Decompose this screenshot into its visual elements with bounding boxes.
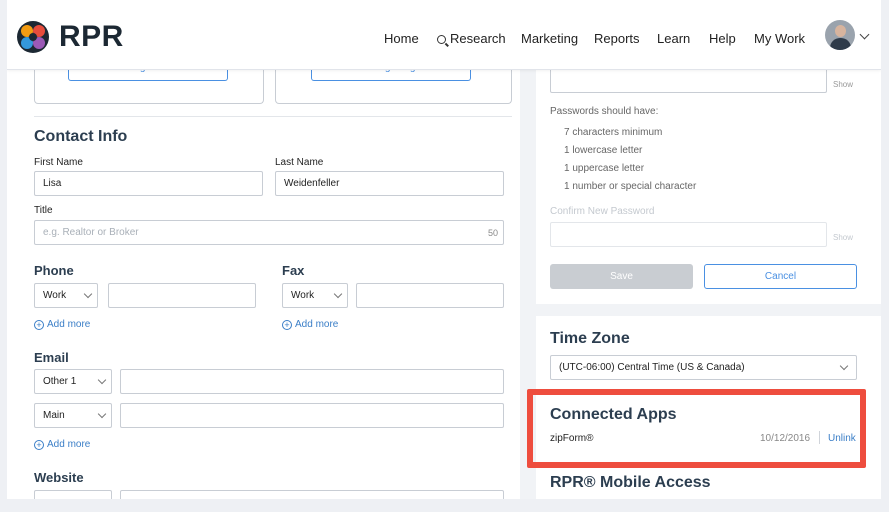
chevron-down-icon [83,289,93,299]
email-add-more-label: Add more [47,439,91,450]
nav-reports[interactable]: Reports [594,31,640,46]
nav-my-work[interactable]: My Work [754,31,805,46]
password-rule: 1 number or special character [564,181,697,192]
website-type-select[interactable] [34,490,112,499]
top-header: RPR Home Research Marketing Reports Lear… [7,0,881,70]
app-window: RPR Home Research Marketing Reports Lear… [7,0,881,499]
cancel-button[interactable]: Cancel [704,264,857,289]
title-label: Title [34,205,53,216]
password-rule: 1 lowercase letter [564,145,643,156]
chevron-down-icon [839,361,849,371]
chevron-down-icon [97,375,107,385]
nav-home[interactable]: Home [384,31,419,46]
nav-research[interactable]: Research [437,31,506,46]
fax-add-more-link[interactable]: + Add more [282,319,338,330]
email-input[interactable] [120,403,504,428]
search-icon [437,35,446,44]
save-button[interactable]: Save [550,264,693,289]
time-zone-select[interactable]: (UTC-06:00) Central Time (US & Canada) [550,355,857,380]
password-requirements-title: Passwords should have: [550,106,659,117]
title-input[interactable]: e.g. Realtor or Broker [34,220,504,245]
title-char-counter: 50 [488,228,499,238]
last-name-input[interactable]: Weidenfeller [275,171,504,196]
rpr-logo-icon[interactable] [17,21,49,53]
show-password-toggle[interactable]: Show [833,80,853,89]
time-zone-value: (UTC-06:00) Central Time (US & Canada) [559,362,745,373]
website-heading: Website [34,470,84,485]
confirm-password-label: Confirm New Password [550,206,655,217]
fax-heading: Fax [282,263,305,278]
phone-type-select[interactable]: Work [34,283,98,308]
fax-add-more-label: Add more [295,319,339,330]
nav-marketing[interactable]: Marketing [521,31,578,46]
email-type-select[interactable]: Other 1 [34,369,112,394]
email-add-more-link[interactable]: + Add more [34,439,90,450]
contact-info-heading: Contact Info [34,128,128,145]
show-confirm-toggle[interactable]: Show [833,233,853,242]
confirm-password-input[interactable] [550,222,827,247]
brand-name[interactable]: RPR [59,20,124,54]
time-zone-heading: Time Zone [550,330,630,347]
add-circle-icon: + [34,440,44,450]
email-type-value: Main [43,410,65,421]
phone-add-more-label: Add more [47,319,91,330]
user-avatar[interactable] [825,20,855,50]
chevron-down-icon [97,409,107,419]
section-divider [34,116,512,117]
email-type-select[interactable]: Main [34,403,112,428]
website-input[interactable] [120,490,504,499]
new-password-input[interactable] [550,70,827,93]
phone-number-input[interactable] [108,283,256,308]
password-rule: 7 characters minimum [564,127,663,138]
fax-type-select[interactable]: Work [282,283,348,308]
phone-type-value: Work [43,290,67,301]
add-circle-icon: + [282,320,292,330]
phone-heading: Phone [34,263,74,278]
nav-research-label: Research [450,31,506,46]
first-name-label: First Name [34,157,83,168]
password-rule: 1 uppercase letter [564,163,645,174]
nav-help[interactable]: Help [709,31,736,46]
add-circle-icon: + [34,320,44,330]
fax-type-value: Work [291,290,315,301]
email-heading: Email [34,350,69,365]
first-name-input[interactable]: Lisa [34,171,263,196]
email-input[interactable] [120,369,504,394]
last-name-label: Last Name [275,157,324,168]
fax-number-input[interactable] [356,283,504,308]
chevron-down-icon [333,289,343,299]
email-type-value: Other 1 [43,376,77,387]
mobile-access-heading: RPR® Mobile Access [550,474,711,491]
chevron-down-icon[interactable] [859,29,870,40]
highlight-box [527,389,866,468]
nav-learn[interactable]: Learn [657,31,690,46]
phone-add-more-link[interactable]: + Add more [34,319,90,330]
